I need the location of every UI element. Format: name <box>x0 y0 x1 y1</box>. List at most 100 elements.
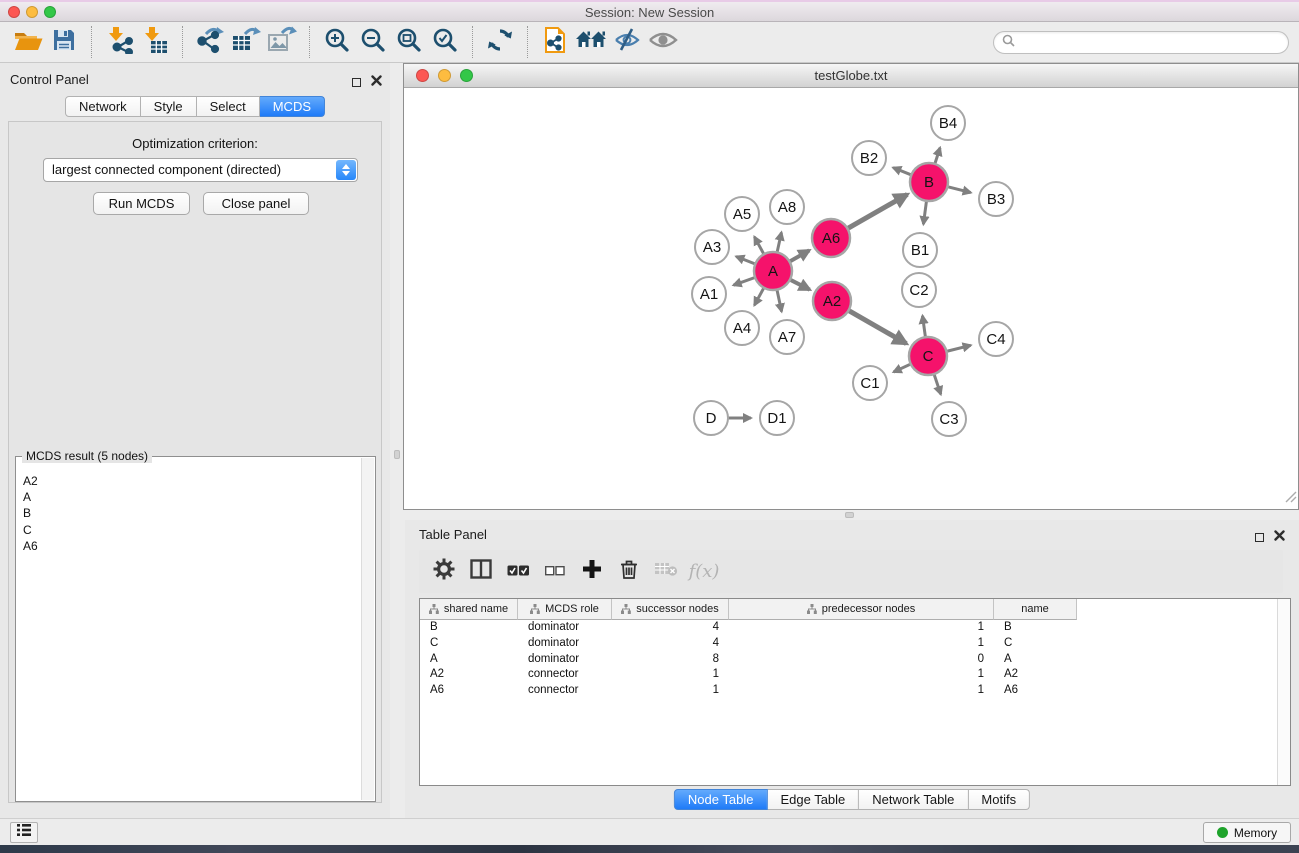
table-scrollbar[interactable] <box>1277 599 1290 785</box>
graph-node-A3[interactable]: A3 <box>695 230 729 264</box>
import-table-button[interactable] <box>137 24 173 60</box>
export-table-button[interactable] <box>228 24 264 60</box>
table-cell[interactable]: connector <box>518 683 612 699</box>
result-list-item[interactable]: B <box>23 505 360 521</box>
graph-node-A2[interactable]: A2 <box>813 282 851 320</box>
graph-node-B2[interactable]: B2 <box>852 141 886 175</box>
edge-A-A5[interactable] <box>754 237 764 256</box>
graph-node-C[interactable]: C <box>909 337 947 375</box>
refresh-button[interactable] <box>482 24 518 60</box>
network-window-titlebar[interactable]: testGlobe.txt <box>404 64 1298 88</box>
result-list-item[interactable]: A <box>23 489 360 505</box>
table-cell[interactable]: 1 <box>729 667 994 683</box>
export-network-button[interactable] <box>192 24 228 60</box>
table-cell[interactable]: A <box>420 652 518 668</box>
memory-button[interactable]: Memory <box>1203 822 1291 843</box>
result-list-item[interactable]: A6 <box>23 538 360 554</box>
network-graph[interactable]: B4B2BB3A8A5A6A3B1AC2A1A2A4A7C4CC1DD1C3 <box>404 88 1298 509</box>
table-cell[interactable]: 1 <box>612 683 729 699</box>
graph-node-C3[interactable]: C3 <box>932 402 966 436</box>
table-settings-button[interactable] <box>429 557 459 587</box>
delete-table-button[interactable] <box>651 557 681 587</box>
table-row[interactable]: A6connector11A6 <box>420 683 1290 699</box>
tab-network[interactable]: Network <box>65 96 141 117</box>
table-cell[interactable]: dominator <box>518 620 612 636</box>
result-scrollbar[interactable] <box>361 458 374 800</box>
graph-node-B4[interactable]: B4 <box>931 106 965 140</box>
table-cell[interactable]: A6 <box>420 683 518 699</box>
graph-node-A8[interactable]: A8 <box>770 190 804 224</box>
graph-node-B[interactable]: B <box>910 163 948 201</box>
edge-C-C2[interactable] <box>923 316 926 339</box>
close-table-panel-icon[interactable] <box>1274 528 1285 546</box>
import-network-button[interactable] <box>101 24 137 60</box>
edge-C-C4[interactable] <box>944 345 970 352</box>
node-table[interactable]: shared nameMCDS rolesuccessor nodesprede… <box>419 598 1291 786</box>
table-cell[interactable]: B <box>994 620 1077 636</box>
float-panel-icon[interactable] <box>352 78 361 87</box>
table-cell[interactable]: 4 <box>612 636 729 652</box>
table-row[interactable]: Cdominator41C <box>420 636 1290 652</box>
table-row[interactable]: A2connector11A2 <box>420 667 1290 683</box>
column-header-predecessor-nodes[interactable]: predecessor nodes <box>729 599 994 620</box>
tab-mcds[interactable]: MCDS <box>260 96 325 117</box>
table-cell[interactable]: C <box>420 636 518 652</box>
tab-network-table[interactable]: Network Table <box>859 789 968 810</box>
vertical-split-handle[interactable] <box>394 450 400 459</box>
tab-motifs[interactable]: Motifs <box>968 789 1030 810</box>
table-cell[interactable]: A2 <box>420 667 518 683</box>
show-panels-button[interactable] <box>10 822 38 843</box>
result-list-item[interactable]: C <box>23 522 360 538</box>
select-all-rows-button[interactable] <box>503 557 533 587</box>
hide-selected-button[interactable] <box>609 24 645 60</box>
edge-A-A7[interactable] <box>777 288 782 312</box>
table-cell[interactable]: 1 <box>729 683 994 699</box>
search-input[interactable] <box>1020 36 1288 50</box>
graph-node-C2[interactable]: C2 <box>902 273 936 307</box>
delete-column-button[interactable] <box>614 557 644 587</box>
horizontal-split-handle[interactable] <box>845 512 854 518</box>
graph-node-C1[interactable]: C1 <box>853 366 887 400</box>
tab-style[interactable]: Style <box>141 96 197 117</box>
table-cell[interactable]: 8 <box>612 652 729 668</box>
graph-node-B3[interactable]: B3 <box>979 182 1013 216</box>
edge-A-A1[interactable] <box>733 277 757 285</box>
zoom-in-button[interactable] <box>319 24 355 60</box>
edge-A6-B[interactable] <box>846 194 908 229</box>
table-cell[interactable]: A <box>994 652 1077 668</box>
search-box[interactable] <box>993 31 1289 54</box>
close-panel-icon[interactable] <box>371 73 382 91</box>
show-eye-button[interactable] <box>645 24 681 60</box>
edge-A-A8[interactable] <box>777 232 782 254</box>
column-header-shared-name[interactable]: shared name <box>420 599 518 620</box>
result-list-item[interactable]: A2 <box>23 473 360 489</box>
edge-A2-C[interactable] <box>847 309 907 343</box>
edge-B-B1[interactable] <box>923 199 926 224</box>
column-header-mcds-role[interactable]: MCDS role <box>518 599 612 620</box>
table-cell[interactable]: dominator <box>518 652 612 668</box>
graph-node-C4[interactable]: C4 <box>979 322 1013 356</box>
edge-A-A3[interactable] <box>736 257 757 265</box>
table-cell[interactable]: B <box>420 620 518 636</box>
new-network-from-selection-button[interactable] <box>537 24 573 60</box>
graph-node-D[interactable]: D <box>694 401 728 435</box>
column-header-successor-nodes[interactable]: successor nodes <box>612 599 729 620</box>
zoom-out-button[interactable] <box>355 24 391 60</box>
graph-node-A4[interactable]: A4 <box>725 311 759 345</box>
table-cell[interactable]: 1 <box>729 636 994 652</box>
table-cell[interactable]: 0 <box>729 652 994 668</box>
edge-C-C3[interactable] <box>933 372 940 394</box>
table-cell[interactable]: dominator <box>518 636 612 652</box>
save-session-button[interactable] <box>46 24 82 60</box>
graph-node-A7[interactable]: A7 <box>770 320 804 354</box>
zoom-fit-button[interactable] <box>391 24 427 60</box>
tab-edge-table[interactable]: Edge Table <box>767 789 859 810</box>
run-mcds-button[interactable]: Run MCDS <box>93 192 190 215</box>
table-row[interactable]: Bdominator41B <box>420 620 1290 636</box>
zoom-selected-button[interactable] <box>427 24 463 60</box>
first-neighbors-button[interactable] <box>573 24 609 60</box>
graph-node-A1[interactable]: A1 <box>692 277 726 311</box>
table-cell[interactable]: 1 <box>612 667 729 683</box>
table-cell[interactable]: A2 <box>994 667 1077 683</box>
show-columns-button[interactable] <box>466 557 496 587</box>
